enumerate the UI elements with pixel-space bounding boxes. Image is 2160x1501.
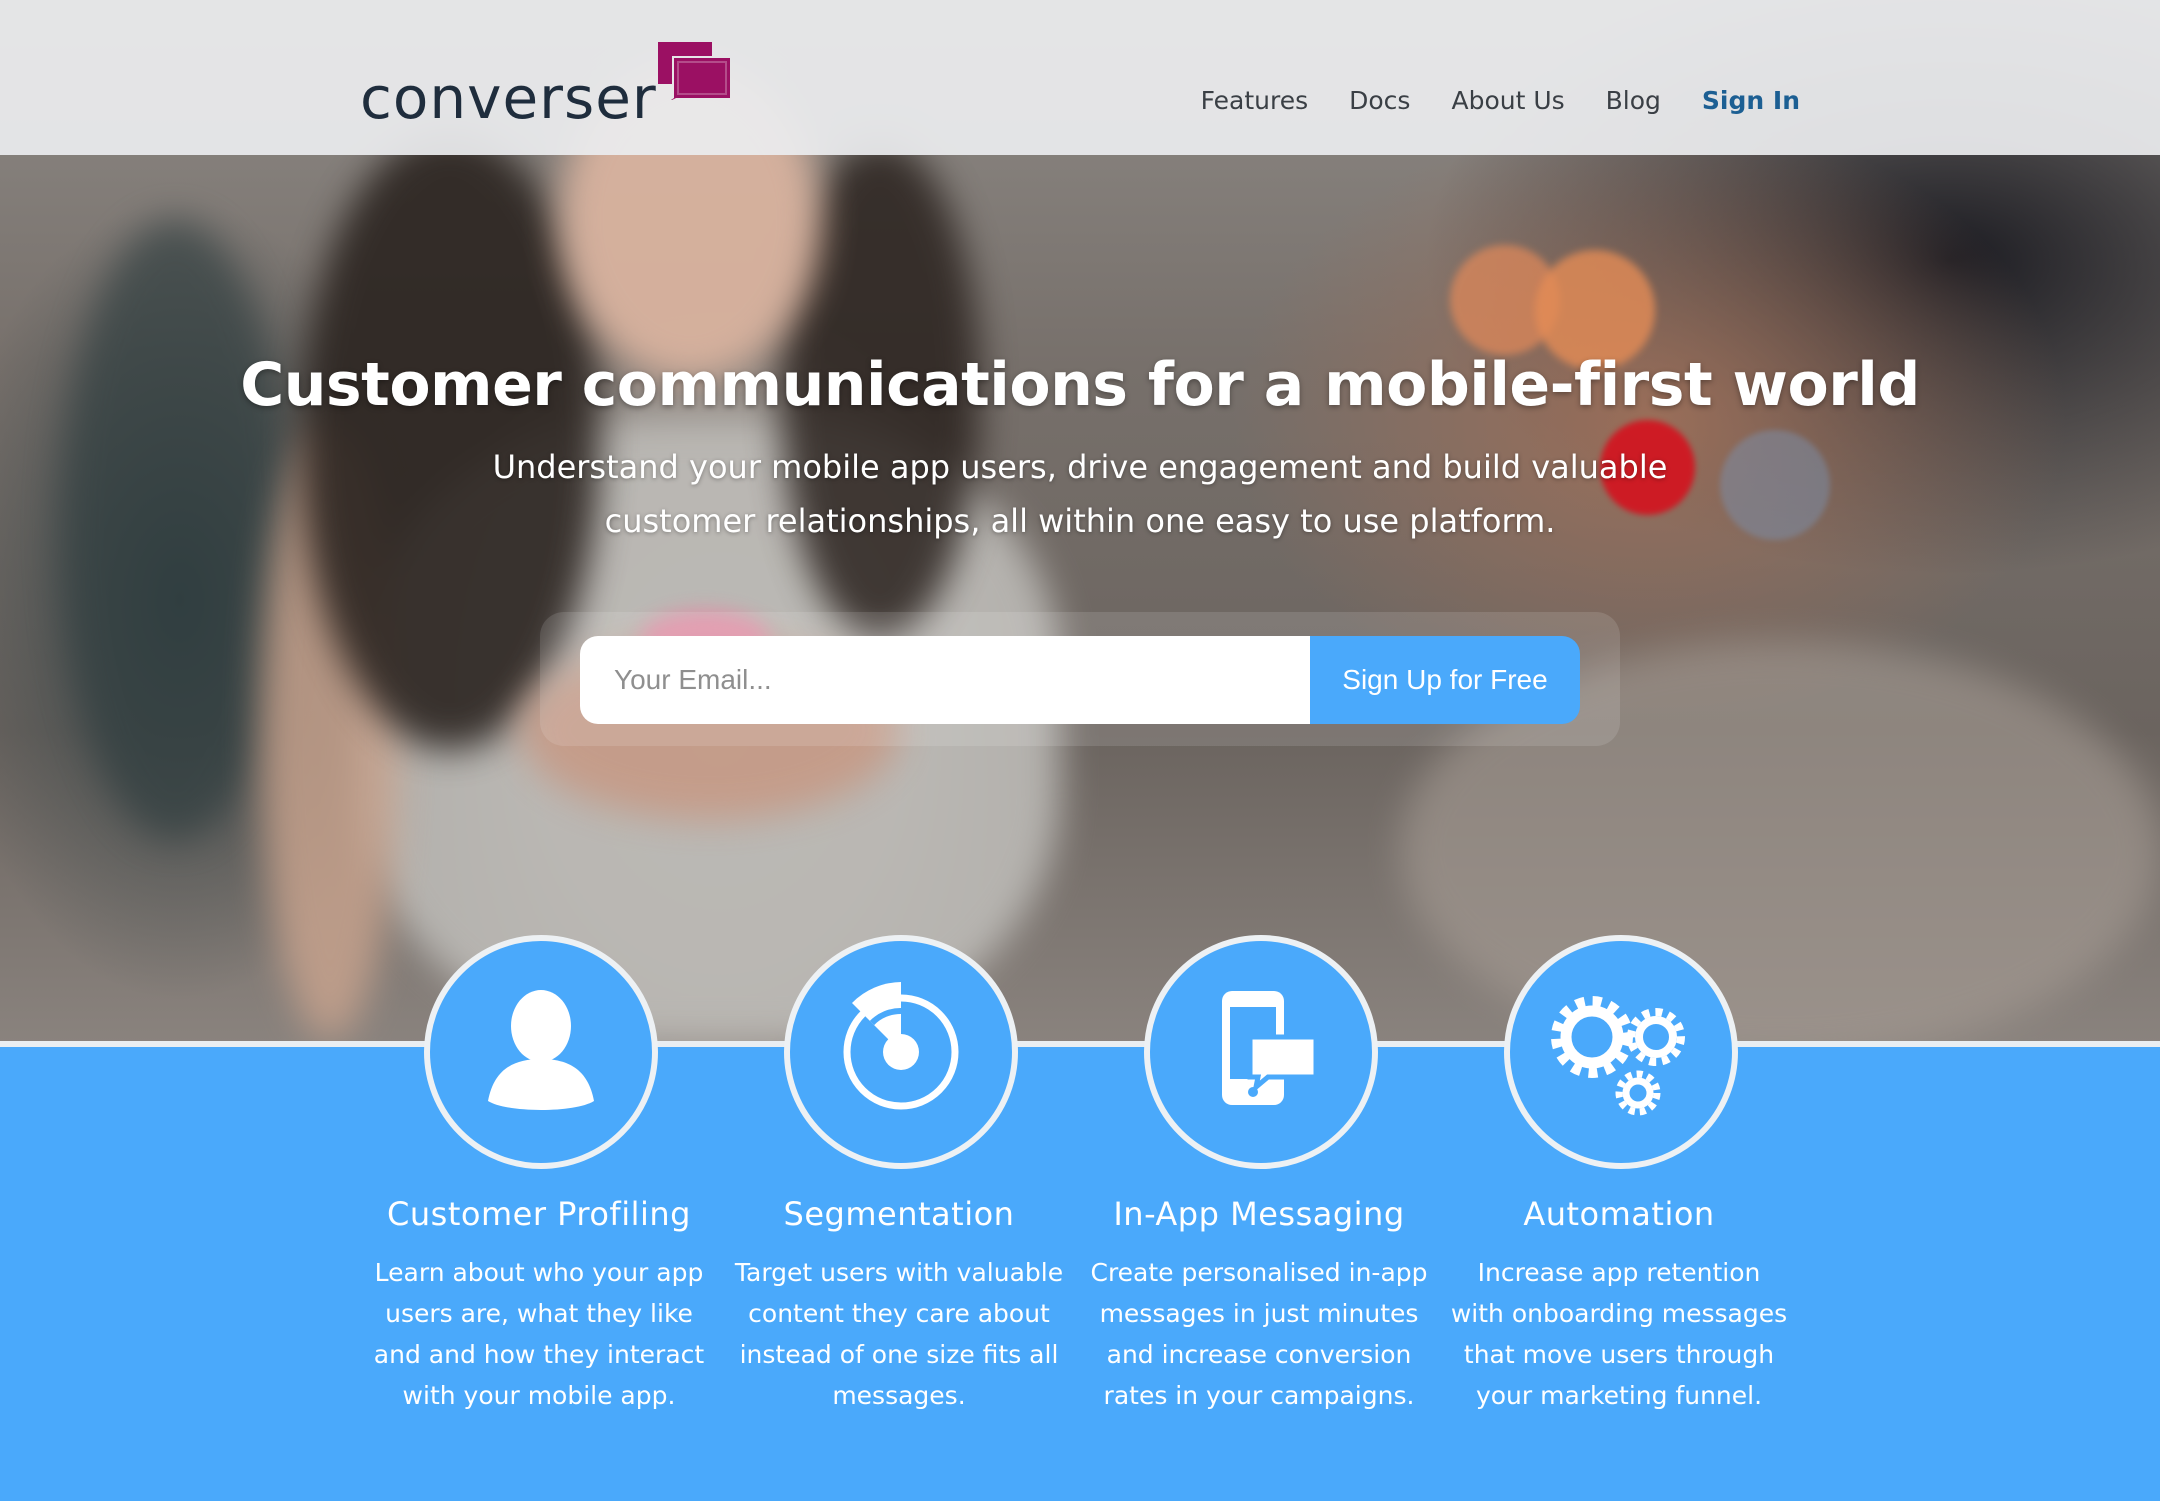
logo-mark-icon: [658, 42, 730, 100]
feature-icon-circle: [784, 935, 1018, 1169]
email-input[interactable]: [580, 636, 1310, 724]
nav-link-docs[interactable]: Docs: [1349, 86, 1410, 126]
feature-description: Increase app retention with onboarding m…: [1450, 1258, 1788, 1410]
features-section: [0, 1045, 2160, 1501]
logo-text: converser: [360, 64, 657, 132]
feature-title: Customer Profiling: [387, 1195, 691, 1233]
sign-in-link[interactable]: Sign In: [1702, 86, 1800, 126]
main-nav: Features Docs About Us Blog Sign In: [1201, 86, 1800, 126]
feature-icon-circle: [424, 935, 658, 1169]
user-icon: [488, 990, 594, 1110]
target-icon: [843, 982, 959, 1110]
hero-headline: Customer communications for a mobile-fir…: [240, 350, 1920, 420]
feature-description: Target users with valuable content they …: [734, 1258, 1064, 1410]
site-header: converser Features Docs About Us Blog Si…: [0, 0, 2160, 155]
bokeh-light: [1720, 430, 1830, 540]
sign-up-button[interactable]: Sign Up for Free: [1310, 636, 1580, 724]
background-person: [60, 220, 290, 840]
nav-link-blog[interactable]: Blog: [1606, 86, 1661, 126]
hero-subhead: Understand your mobile app users, drive …: [492, 448, 1668, 540]
feature-title: In-App Messaging: [1113, 1195, 1405, 1233]
feature-description: Create personalised in-app messages in j…: [1090, 1258, 1428, 1410]
feature-title: Segmentation: [783, 1195, 1015, 1233]
feature-title: Automation: [1523, 1195, 1715, 1233]
nav-link-features[interactable]: Features: [1201, 86, 1309, 126]
feature-icon-circle: [1144, 935, 1378, 1169]
gears-icon: [1551, 996, 1685, 1116]
nav-link-about-us[interactable]: About Us: [1451, 86, 1564, 126]
mobile-message-icon: [1222, 991, 1319, 1105]
feature-description: Learn about who your app users are, what…: [373, 1258, 705, 1410]
features-divider: [0, 1041, 2160, 1047]
feature-icon-circle: [1504, 935, 1738, 1169]
converser-logo[interactable]: converser: [360, 40, 730, 132]
